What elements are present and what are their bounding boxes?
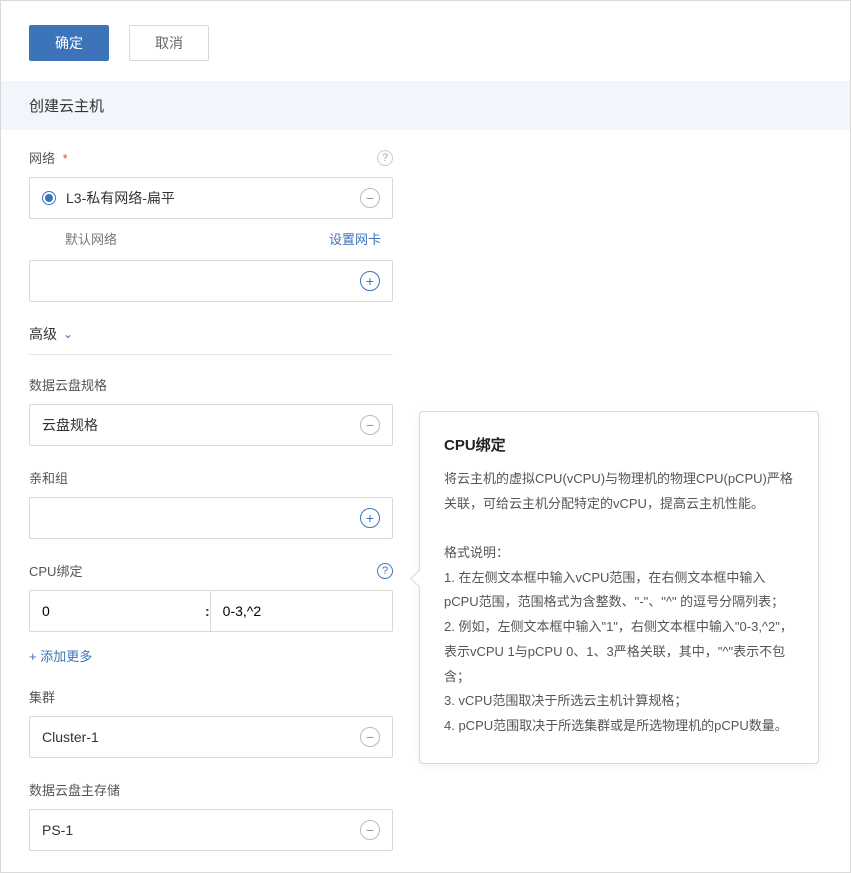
radio-icon xyxy=(42,191,56,205)
remove-icon[interactable]: − xyxy=(360,188,380,208)
tooltip-body: 将云主机的虚拟CPU(vCPU)与物理机的物理CPU(pCPU)严格关联，可给云… xyxy=(444,467,794,739)
primary-storage-field: 数据云盘主存储 PS-1 − xyxy=(29,780,393,851)
tooltip-line2: 2. 例如，左侧文本框中输入"1"，右侧文本框中输入"0-3,^2"，表示vCP… xyxy=(444,615,794,689)
disk-spec-label: 数据云盘规格 xyxy=(29,375,393,394)
cpu-binding-tooltip: CPU绑定 将云主机的虚拟CPU(vCPU)与物理机的物理CPU(pCPU)严格… xyxy=(419,411,819,764)
create-vm-form: 确定 取消 创建云主机 网络 * ? L3-私有网络-扁平 − 默认网络 xyxy=(0,0,851,873)
page-title: 创建云主机 xyxy=(1,81,850,130)
tooltip-title: CPU绑定 xyxy=(444,434,794,455)
remove-icon[interactable]: − xyxy=(360,415,380,435)
remove-icon[interactable]: − xyxy=(360,727,380,747)
disk-spec-value: 云盘规格 xyxy=(42,415,98,435)
tooltip-line1: 1. 在左侧文本框中输入vCPU范围，在右侧文本框中输入pCPU范围，范围格式为… xyxy=(444,566,794,615)
add-network-box[interactable]: + xyxy=(29,260,393,302)
disk-spec-field: 数据云盘规格 云盘规格 − xyxy=(29,375,393,446)
primary-storage-value: PS-1 xyxy=(42,822,73,838)
form-body: 网络 * ? L3-私有网络-扁平 − 默认网络 设置网卡 + xyxy=(1,130,421,861)
network-subrow: 默认网络 设置网卡 xyxy=(29,229,393,248)
cluster-value: Cluster-1 xyxy=(42,729,99,745)
default-network-label: 默认网络 xyxy=(41,229,117,248)
network-label-row: 网络 * ? xyxy=(29,148,393,167)
chevron-down-icon: ⌄ xyxy=(63,327,73,341)
cluster-field: 集群 Cluster-1 − xyxy=(29,687,393,758)
help-icon[interactable]: ? xyxy=(377,563,393,579)
confirm-button[interactable]: 确定 xyxy=(29,25,109,61)
network-select[interactable]: L3-私有网络-扁平 − xyxy=(29,177,393,219)
help-icon[interactable]: ? xyxy=(377,150,393,166)
affinity-field: 亲和组 + xyxy=(29,468,393,539)
network-field: 网络 * ? L3-私有网络-扁平 − 默认网络 设置网卡 + xyxy=(29,148,393,302)
primary-storage-select[interactable]: PS-1 − xyxy=(29,809,393,851)
advanced-toggle[interactable]: 高级 ⌄ xyxy=(29,324,393,355)
tooltip-intro: 将云主机的虚拟CPU(vCPU)与物理机的物理CPU(pCPU)严格关联，可给云… xyxy=(444,467,794,516)
cpu-binding-field: CPU绑定 ? : + 添加更多 xyxy=(29,561,393,665)
cpu-binding-label: CPU绑定 xyxy=(29,561,82,580)
cancel-button[interactable]: 取消 xyxy=(129,25,209,61)
network-selected-value: L3-私有网络-扁平 xyxy=(66,188,175,208)
disk-spec-select[interactable]: 云盘规格 − xyxy=(29,404,393,446)
cpu-binding-label-row: CPU绑定 ? xyxy=(29,561,393,580)
action-bar: 确定 取消 xyxy=(1,1,850,81)
remove-icon[interactable]: − xyxy=(360,820,380,840)
tooltip-line4: 4. pCPU范围取决于所选集群或是所选物理机的pCPU数量。 xyxy=(444,714,794,739)
affinity-select[interactable]: + xyxy=(29,497,393,539)
network-label: 网络 xyxy=(29,151,55,166)
tooltip-line3: 3. vCPU范围取决于所选云主机计算规格； xyxy=(444,689,794,714)
advanced-label: 高级 xyxy=(29,324,57,344)
add-icon[interactable]: + xyxy=(360,508,380,528)
cluster-label: 集群 xyxy=(29,687,393,706)
cluster-select[interactable]: Cluster-1 − xyxy=(29,716,393,758)
add-icon[interactable]: + xyxy=(360,271,380,291)
set-nic-link[interactable]: 设置网卡 xyxy=(329,229,381,248)
pcpu-input[interactable] xyxy=(211,591,393,631)
add-more-link[interactable]: + 添加更多 xyxy=(29,646,393,665)
cpu-binding-inputs: : xyxy=(29,590,393,632)
required-indicator: * xyxy=(63,151,68,166)
affinity-label: 亲和组 xyxy=(29,468,393,487)
vcpu-input[interactable] xyxy=(30,591,205,631)
tooltip-format-label: 格式说明： xyxy=(444,541,794,566)
primary-storage-label: 数据云盘主存储 xyxy=(29,780,393,799)
